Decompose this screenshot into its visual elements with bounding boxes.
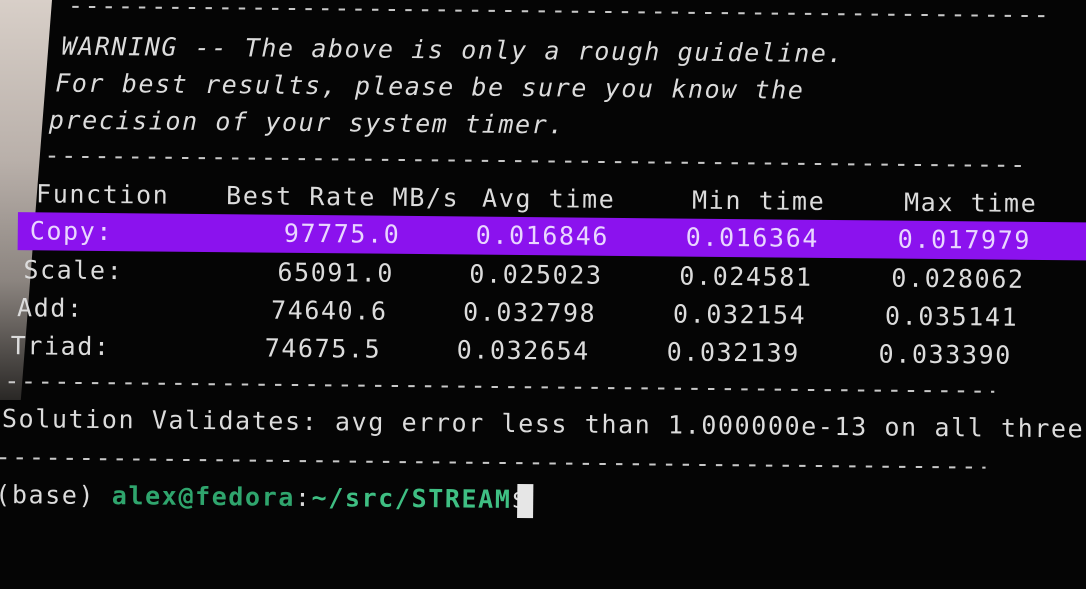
header-avg-time: Avg time	[481, 183, 616, 214]
best-rate-value: 65091.0	[277, 257, 395, 288]
avg-time-value: 0.032798	[462, 297, 597, 328]
min-time-value: 0.032154	[672, 299, 807, 330]
user-host: alex@fedora	[111, 481, 296, 512]
row-label: Add:	[16, 293, 84, 323]
shell-prompt[interactable]: (base) alex@fedora:~/src/STREAM$	[0, 480, 528, 515]
prompt-colon: :	[294, 482, 312, 513]
min-time-value: 0.016364	[685, 222, 820, 253]
avg-time-value: 0.016846	[475, 220, 610, 251]
conda-env: (base)	[0, 479, 112, 511]
max-time-value: 0.028062	[891, 263, 1025, 294]
best-rate-value: 74675.5	[264, 333, 382, 364]
separator-top: ----------------------------------------…	[67, 0, 1049, 31]
best-rate-value: 74640.6	[270, 295, 388, 326]
current-path: ~/src/STREAM	[311, 483, 512, 514]
avg-time-value: 0.025023	[469, 259, 603, 290]
text-cursor[interactable]	[517, 483, 534, 519]
warning-line-2: For best results, please be sure you kno…	[55, 68, 805, 105]
row-label: Triad:	[10, 331, 111, 362]
warning-line-3: precision of your system timer.	[48, 105, 566, 140]
header-function: Function	[36, 179, 170, 210]
min-time-value: 0.024581	[679, 261, 813, 292]
header-max-time: Max time	[903, 187, 1038, 218]
min-time-value: 0.032139	[666, 337, 801, 368]
row-label: Scale:	[23, 255, 124, 286]
best-rate-value: 97775.0	[283, 218, 401, 249]
warning-line-1: WARNING -- The above is only a rough gui…	[61, 31, 845, 69]
separator-bottom: ----------------------------------------…	[0, 441, 986, 482]
validation-message: Solution Validates: avg error less than …	[1, 404, 1086, 444]
header-best-rate: Best Rate MB/s	[225, 181, 460, 213]
row-label: Copy:	[29, 216, 114, 247]
separator-warning: ----------------------------------------…	[44, 140, 1025, 180]
avg-time-value: 0.032654	[456, 335, 591, 366]
max-time-value: 0.033390	[878, 339, 1012, 370]
header-min-time: Min time	[691, 185, 826, 216]
max-time-value: 0.017979	[897, 224, 1032, 255]
max-time-value: 0.035141	[884, 301, 1019, 332]
terminal-window[interactable]: ----------------------------------------…	[0, 0, 1086, 589]
